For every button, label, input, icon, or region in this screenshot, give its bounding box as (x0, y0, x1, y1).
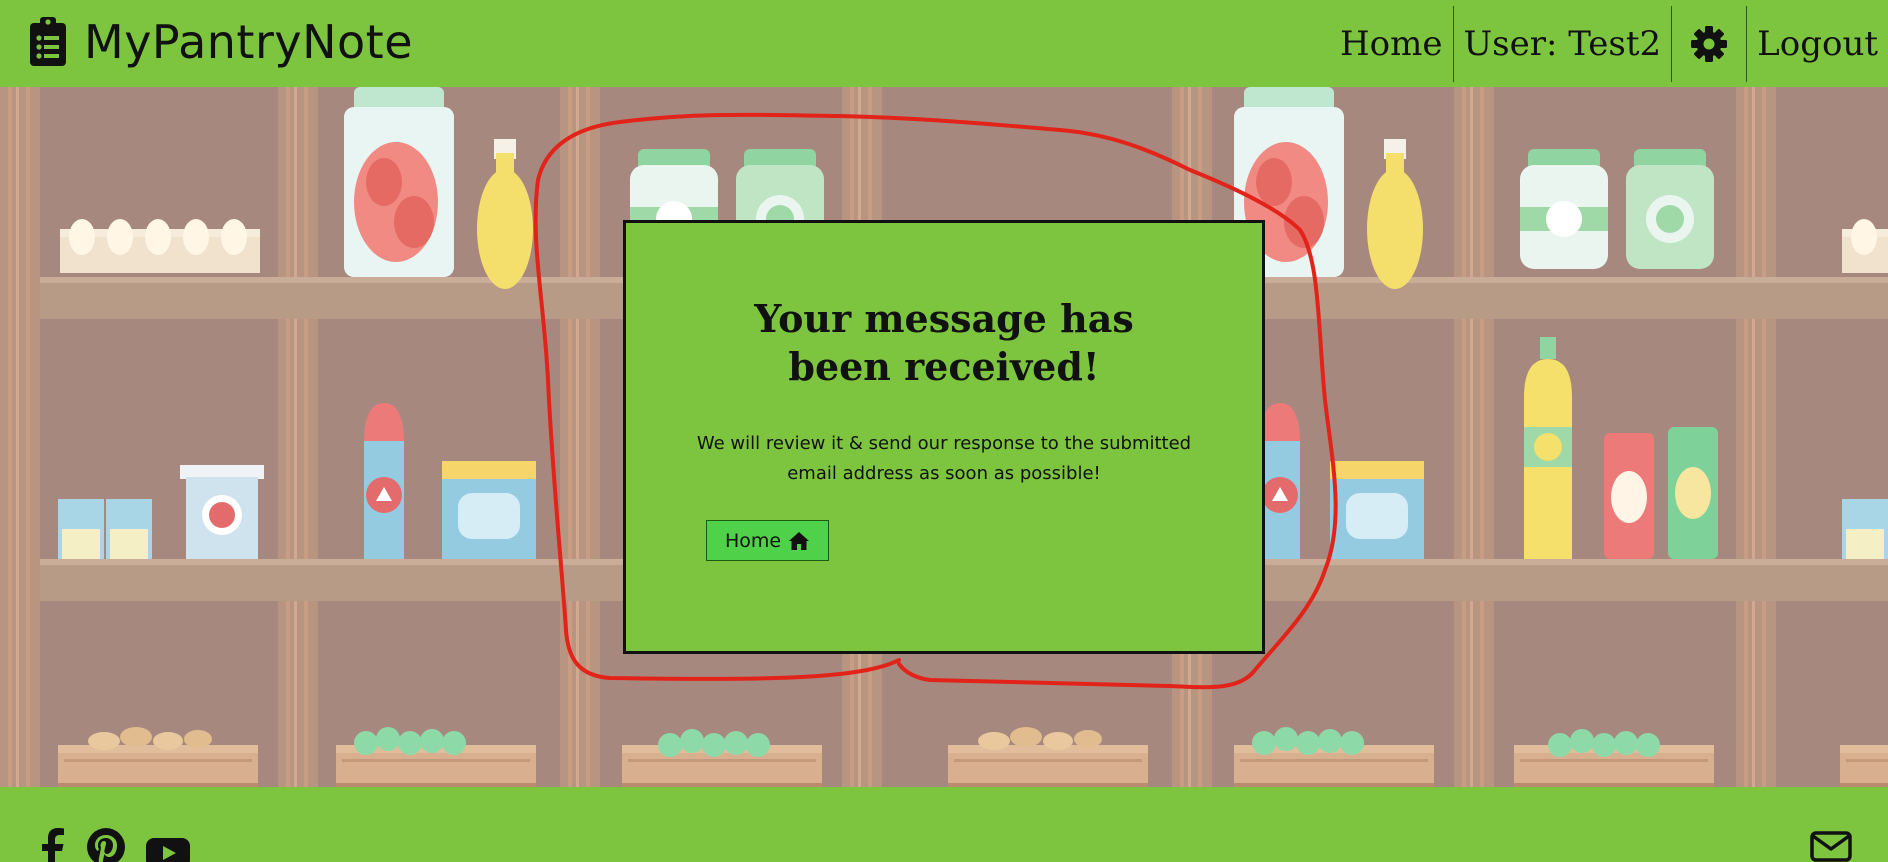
message-received-card: Your message has been received! We will … (623, 220, 1265, 654)
brand[interactable]: MyPantryNote (28, 12, 413, 72)
brand-name: MyPantryNote (84, 15, 413, 69)
home-button-label: Home (724, 529, 782, 552)
footer (0, 787, 1888, 862)
home-button[interactable]: Home (706, 520, 829, 561)
facebook-icon[interactable] (40, 827, 66, 862)
pinterest-icon[interactable] (86, 827, 126, 862)
nav-user-label[interactable]: User: Test2 (1454, 6, 1672, 82)
youtube-icon[interactable] (146, 837, 190, 862)
confirmation-text: We will review it & send our response to… (696, 433, 1192, 484)
house-icon (788, 531, 810, 551)
nav-home-link[interactable]: Home (1330, 6, 1452, 82)
clipboard-list-icon (28, 16, 68, 68)
top-navbar: MyPantryNote Home User: Test2 Logout (0, 0, 1888, 87)
social-links (40, 827, 190, 862)
envelope-icon[interactable] (1810, 831, 1852, 862)
gear-icon (1690, 25, 1728, 63)
confirmation-title: Your message has been received! (754, 296, 1134, 389)
settings-link[interactable] (1672, 6, 1746, 82)
logout-link[interactable]: Logout (1747, 6, 1888, 82)
main-nav: Home User: Test2 Logout (1330, 0, 1888, 87)
